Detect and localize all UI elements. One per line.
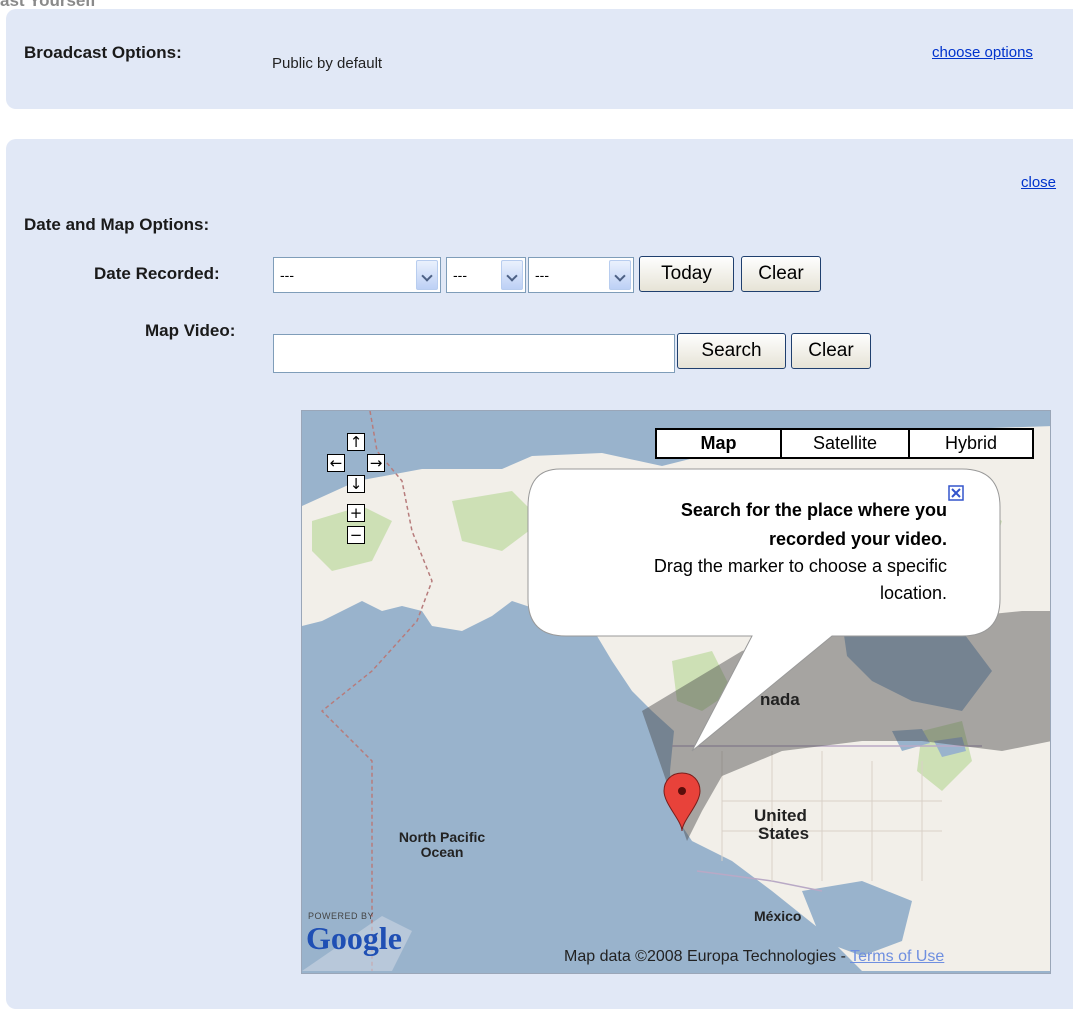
bubble-line-3: Drag the marker to choose a specific [653, 556, 947, 576]
broadcast-options-label: Broadcast Options: [24, 43, 182, 62]
google-map[interactable]: ↑ ← → ↓ + − Map Satellite Hybrid Search … [301, 410, 1051, 974]
clear-date-button[interactable]: Clear [741, 256, 821, 292]
search-button[interactable]: Search [677, 333, 786, 369]
day-select[interactable]: --- [446, 257, 526, 293]
map-label-mexico: México [754, 908, 802, 924]
attribution-text: Map data ©2008 Europa Technologies - [564, 948, 851, 965]
year-select[interactable]: --- [528, 257, 634, 293]
map-geography [302, 411, 1050, 973]
google-logo[interactable]: Google [306, 920, 402, 957]
pan-right-icon[interactable]: → [367, 454, 385, 472]
chevron-down-icon[interactable] [501, 260, 523, 290]
bubble-line-4: location. [879, 583, 947, 603]
broadcast-options-panel: Broadcast Options: Public by default cho… [6, 9, 1073, 109]
close-link[interactable]: close [1021, 174, 1056, 191]
map-attribution: Map data ©2008 Europa Technologies - Ter… [564, 948, 944, 966]
terms-of-use-link[interactable]: Terms of Use [850, 948, 944, 965]
map-label-united: United [754, 806, 807, 825]
date-map-heading: Date and Map Options: [24, 215, 210, 234]
bubble-line-2: recorded your video. [768, 529, 947, 549]
map-type-satellite-button[interactable]: Satellite [780, 428, 910, 459]
zoom-in-icon[interactable]: + [347, 504, 365, 522]
map-type-map-button[interactable]: Map [655, 428, 782, 459]
month-select[interactable]: --- [273, 257, 441, 293]
chevron-down-icon[interactable] [609, 260, 631, 290]
location-search-input[interactable] [273, 334, 675, 373]
map-label-ocean: Ocean [420, 844, 464, 860]
bubble-line-1: Search for the place where you [680, 500, 947, 520]
map-video-label: Map Video: [145, 321, 236, 340]
map-label-canada: nada [760, 690, 800, 709]
choose-options-link[interactable]: choose options [932, 44, 1033, 61]
map-type-hybrid-button[interactable]: Hybrid [908, 428, 1034, 459]
today-button[interactable]: Today [639, 256, 734, 292]
pan-left-icon[interactable]: ← [327, 454, 345, 472]
pan-up-icon[interactable]: ↑ [347, 433, 365, 451]
zoom-out-icon[interactable]: − [347, 526, 365, 544]
pan-down-icon[interactable]: ↓ [347, 475, 365, 493]
broadcast-value: Public by default [272, 55, 383, 72]
date-recorded-label: Date Recorded: [94, 264, 220, 283]
chevron-down-icon[interactable] [416, 260, 438, 290]
map-label-states: States [758, 824, 810, 843]
clear-map-button[interactable]: Clear [791, 333, 871, 369]
